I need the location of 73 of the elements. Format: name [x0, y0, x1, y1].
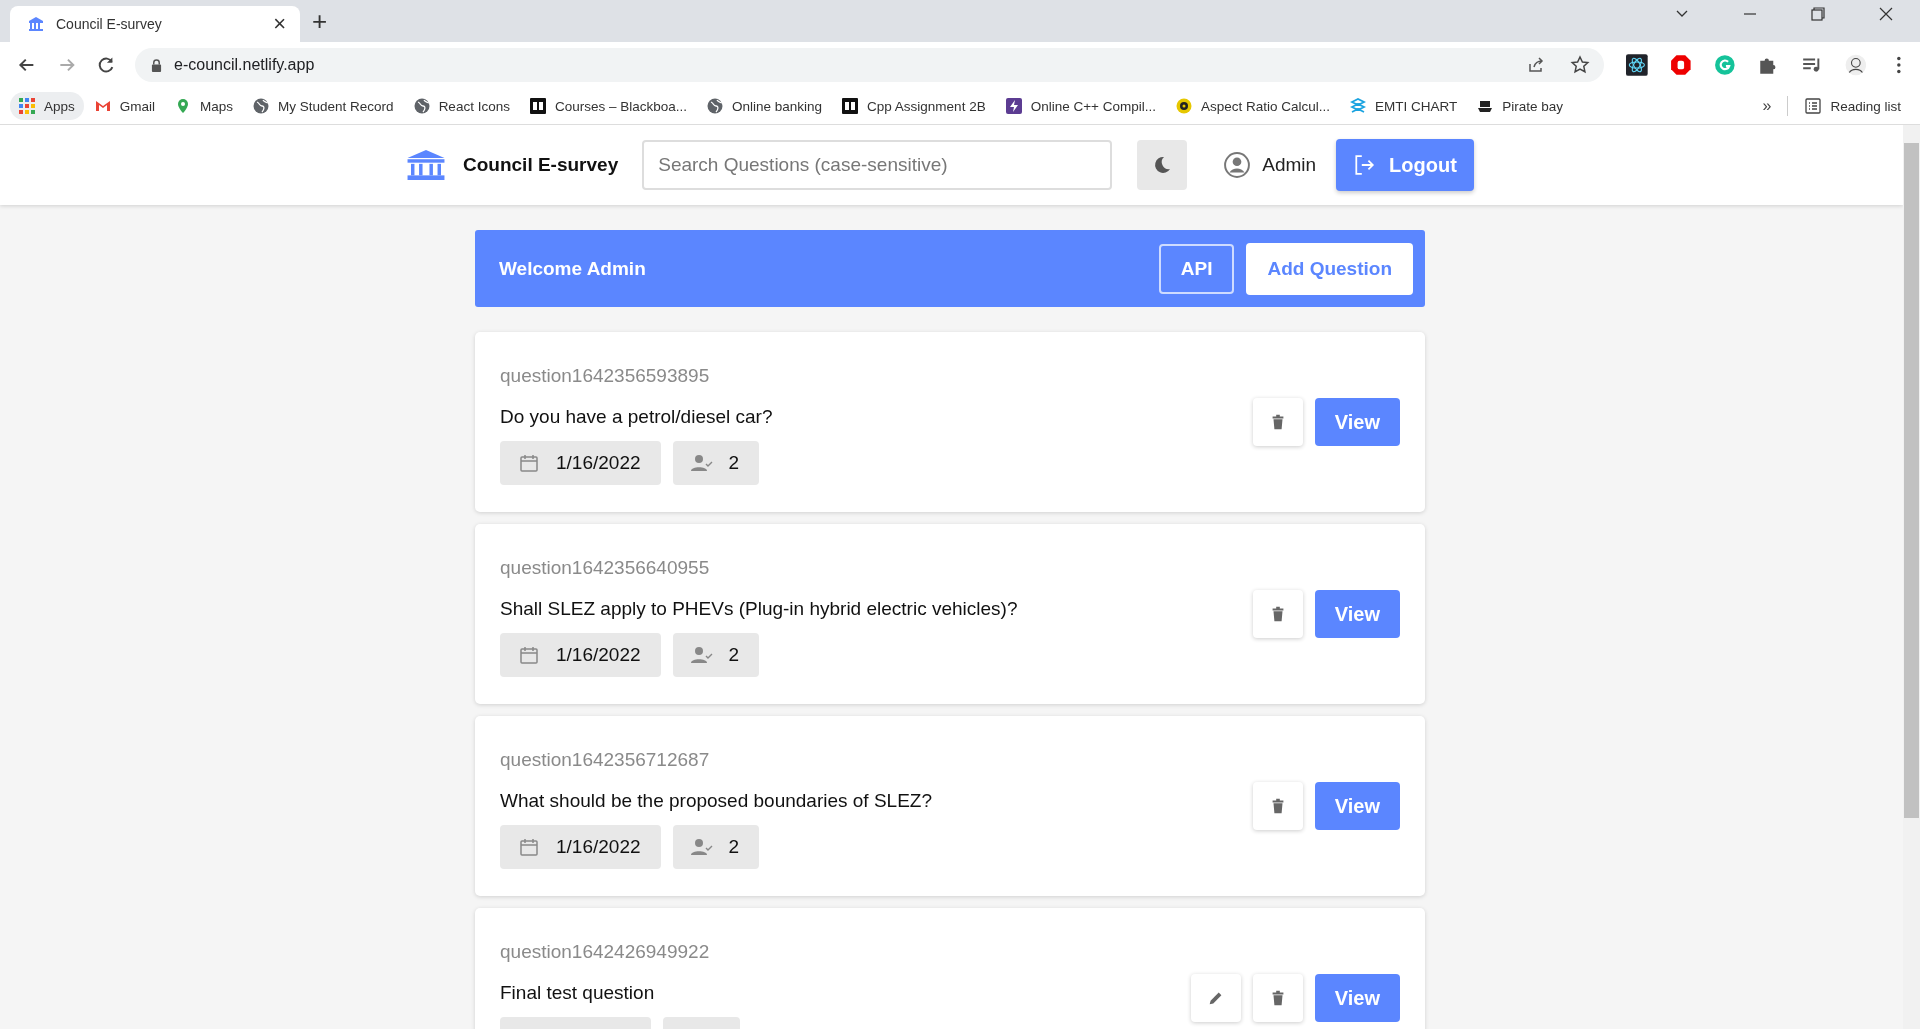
- grid-icon: [19, 98, 35, 114]
- date-text: 1/16/2022: [556, 452, 641, 474]
- question-id: question1642356712687: [500, 749, 710, 771]
- bookmark-item[interactable]: Online C++ Compil...: [996, 92, 1165, 120]
- user-check-icon: [690, 837, 713, 857]
- building-icon: [28, 16, 44, 32]
- reading-list-button[interactable]: Reading list: [1796, 92, 1910, 120]
- responses-count: 2: [728, 836, 740, 858]
- bookmark-item[interactable]: EMTI CHART: [1341, 92, 1467, 120]
- user-check-icon: [690, 645, 713, 665]
- building-icon: [407, 150, 445, 180]
- question-text: Final test question: [500, 982, 655, 1004]
- bookmark-item[interactable]: My Student Record: [244, 92, 403, 120]
- responses-count: 2: [728, 452, 740, 474]
- globe-icon: [707, 98, 723, 114]
- ship-icon: [1477, 98, 1494, 114]
- question-id: question1642356640955: [500, 557, 710, 579]
- calendar-icon: [518, 837, 540, 857]
- question-id: question1642426949922: [500, 941, 710, 963]
- welcome-text: Welcome Admin: [499, 257, 647, 280]
- bookmark-item[interactable]: Maps: [166, 92, 243, 120]
- url-text: e-council.netlify.app: [174, 56, 315, 74]
- lightning-icon: [1005, 98, 1022, 114]
- bookmark-item[interactable]: Online banking: [698, 92, 832, 120]
- bookmark-item[interactable]: Gmail: [85, 92, 165, 120]
- delete-button[interactable]: [1252, 590, 1303, 638]
- question-id: question1642356593895: [500, 365, 710, 387]
- moon-icon: [1152, 155, 1173, 175]
- dark-mode-button[interactable]: [1137, 140, 1188, 190]
- list-icon: [1805, 98, 1822, 114]
- restore-icon[interactable]: [1810, 6, 1826, 22]
- address-bar[interactable]: e-council.netlify.app: [135, 48, 1605, 82]
- square-logo-icon: [842, 98, 859, 114]
- bookmark-item[interactable]: Cpp Assignment 2B: [833, 92, 995, 120]
- user-name: Admin: [1262, 154, 1317, 176]
- bookmark-item[interactable]: Courses – Blackboa...: [520, 92, 696, 120]
- app-title: Council E-survey: [463, 154, 619, 176]
- bookmark-item[interactable]: Apps: [10, 92, 84, 120]
- new-tab-button[interactable]: +: [306, 5, 334, 38]
- profile-avatar-icon[interactable]: [1844, 54, 1867, 76]
- calendar-icon: [518, 645, 540, 665]
- date-text: 1/16/2022: [556, 644, 641, 666]
- bookmark-item[interactable]: Aspect Ratio Calcul...: [1166, 92, 1340, 120]
- more-bookmarks-button[interactable]: »: [1754, 97, 1780, 115]
- globe-icon: [253, 98, 270, 114]
- tab-title: Council E-survey: [56, 16, 163, 32]
- responses-count: 2: [728, 644, 740, 666]
- lock-icon: [151, 58, 163, 72]
- stop-hand-icon[interactable]: [1669, 54, 1692, 76]
- user-circle-icon: [1224, 152, 1251, 178]
- atom-icon[interactable]: [1626, 54, 1648, 76]
- delete-button[interactable]: [1252, 398, 1303, 446]
- question-text: Do you have a petrol/diesel car?: [500, 406, 773, 428]
- search-field[interactable]: Search Questions (case-sensitive): [642, 140, 1113, 190]
- zigzag-logo-icon: [1350, 98, 1367, 114]
- bookmark-item[interactable]: React Icons: [404, 92, 519, 120]
- question-text: What should be the proposed boundaries of SLEZ?: [500, 790, 932, 812]
- date-text: 1/16/2022: [556, 836, 641, 858]
- logout-icon: [1353, 154, 1376, 176]
- close-tab-button[interactable]: ×: [269, 11, 290, 37]
- delete-button[interactable]: [1252, 782, 1303, 830]
- star-icon[interactable]: [1570, 55, 1591, 75]
- square-logo-icon: [529, 98, 546, 114]
- browser-tab[interactable]: Council E-survey ×: [10, 6, 300, 42]
- bookmark-item[interactable]: Pirate bay: [1468, 92, 1573, 120]
- close-icon[interactable]: [1878, 6, 1894, 22]
- user-check-icon: [690, 453, 713, 473]
- disc-icon: [1175, 98, 1192, 114]
- calendar-icon: [518, 453, 540, 473]
- question-text: Shall SLEZ apply to PHEVs (Plug-in hybrid electric vehicles)?: [500, 598, 1018, 620]
- delete-button[interactable]: [1252, 974, 1303, 1022]
- envelope-icon: [94, 98, 111, 114]
- globe-icon: [413, 98, 430, 114]
